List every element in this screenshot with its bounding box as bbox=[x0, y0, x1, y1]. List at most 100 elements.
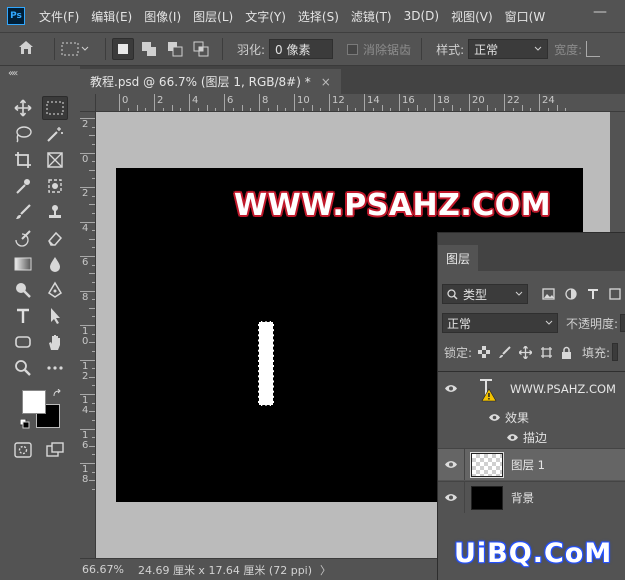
ruler-label: 1 2 bbox=[82, 360, 89, 382]
clone-stamp-tool-icon[interactable] bbox=[42, 200, 68, 224]
more-tools-icon[interactable] bbox=[42, 356, 68, 380]
close-tab-button[interactable]: × bbox=[321, 75, 331, 89]
object-selection-tool-icon[interactable] bbox=[42, 174, 68, 198]
move-tool-icon[interactable] bbox=[10, 96, 36, 120]
feather-input[interactable]: 0 像素 bbox=[269, 39, 334, 59]
menu-3d[interactable]: 3D(D) bbox=[404, 9, 439, 23]
ruler-tick bbox=[119, 94, 120, 111]
lock-image-icon[interactable] bbox=[498, 345, 511, 359]
status-menu-arrow[interactable]: 〉 bbox=[320, 562, 331, 578]
opacity-input[interactable] bbox=[620, 314, 625, 332]
visibility-eye-icon[interactable] bbox=[488, 413, 501, 422]
hand-tool-icon[interactable] bbox=[42, 330, 68, 354]
image-filter-icon[interactable] bbox=[542, 288, 555, 300]
new-selection-button[interactable] bbox=[112, 38, 134, 60]
pen-tool-icon[interactable] bbox=[42, 278, 68, 302]
horizontal-ruler[interactable]: 0 2 4 6 8 10 12 14 16 18 20 22 24 bbox=[96, 94, 625, 112]
quick-mask-icon[interactable] bbox=[10, 438, 36, 462]
blend-mode-select[interactable]: 正常 bbox=[442, 313, 558, 333]
tool-preset-picker[interactable] bbox=[61, 42, 89, 56]
effects-row[interactable]: 效果 bbox=[488, 409, 529, 426]
layer-row-text[interactable]: WWW.PSAHZ.COM bbox=[438, 371, 625, 405]
panel-tab-bar: 图层 bbox=[438, 233, 625, 271]
tab-layers[interactable]: 图层 bbox=[438, 245, 479, 271]
stroke-effect-row[interactable]: 描边 bbox=[506, 429, 547, 446]
visibility-eye-icon[interactable] bbox=[438, 493, 464, 502]
layer-row-background[interactable]: 背景 bbox=[438, 481, 625, 513]
adjustment-filter-icon[interactable] bbox=[565, 288, 577, 300]
menu-image[interactable]: 图像(I) bbox=[144, 8, 181, 25]
ruler-minor-tick bbox=[89, 445, 95, 447]
menu-file[interactable]: 文件(F) bbox=[39, 8, 79, 25]
gradient-tool-icon[interactable] bbox=[10, 252, 36, 276]
document-size: 24.69 厘米 x 17.64 厘米 (72 ppi) bbox=[137, 563, 313, 577]
collapse-toolbox-button[interactable]: «« bbox=[8, 68, 18, 79]
eraser-tool-icon[interactable] bbox=[42, 226, 68, 250]
width-input[interactable] bbox=[586, 41, 601, 57]
visibility-eye-icon[interactable] bbox=[438, 460, 464, 469]
marquee-selection[interactable] bbox=[258, 321, 274, 406]
fill-input[interactable] bbox=[612, 343, 619, 361]
ruler-label: 12 bbox=[332, 95, 345, 106]
lock-row: 锁定: 填充: bbox=[438, 342, 625, 362]
ruler-label: 4 bbox=[82, 222, 89, 234]
brush-tool-icon[interactable] bbox=[10, 200, 36, 224]
history-brush-tool-icon[interactable] bbox=[10, 226, 36, 250]
type-tool-icon[interactable] bbox=[10, 304, 36, 328]
lock-position-icon[interactable] bbox=[519, 345, 533, 359]
ruler-origin[interactable] bbox=[80, 94, 96, 112]
shape-filter-icon[interactable] bbox=[609, 288, 621, 300]
rectangle-tool-icon[interactable] bbox=[10, 330, 36, 354]
layer-row-layer1[interactable]: 图层 1 bbox=[438, 448, 625, 480]
layer-filter-select[interactable]: 类型 bbox=[442, 284, 528, 304]
menu-select[interactable]: 选择(S) bbox=[298, 8, 339, 25]
add-selection-button[interactable] bbox=[138, 38, 160, 60]
screen-mode-icon[interactable] bbox=[42, 438, 68, 462]
menu-view[interactable]: 视图(V) bbox=[451, 8, 493, 25]
ruler-minor-tick bbox=[89, 238, 95, 240]
antialias-checkbox[interactable] bbox=[347, 43, 359, 55]
ruler-minor-tick bbox=[89, 342, 95, 344]
swap-colors-icon[interactable] bbox=[52, 388, 62, 402]
rectangular-marquee-tool-icon[interactable] bbox=[42, 96, 68, 120]
style-select[interactable]: 正常 bbox=[468, 39, 549, 59]
crop-tool-icon[interactable] bbox=[10, 148, 36, 172]
menu-type[interactable]: 文字(Y) bbox=[245, 8, 286, 25]
visibility-eye-icon[interactable] bbox=[438, 384, 464, 393]
minimize-button[interactable]: — bbox=[593, 4, 607, 20]
home-icon[interactable] bbox=[18, 40, 34, 58]
ruler-minor-tick bbox=[89, 204, 95, 206]
ruler-label: 1 8 bbox=[82, 464, 89, 485]
document-tab[interactable]: 教程.psd @ 66.7% (图层 1, RGB/8#) * × bbox=[80, 69, 341, 94]
lock-artboard-icon[interactable] bbox=[540, 346, 553, 359]
magic-wand-tool-icon[interactable] bbox=[42, 122, 68, 146]
zoom-level[interactable]: 66.67% bbox=[82, 563, 124, 576]
menu-window[interactable]: 窗口(W bbox=[505, 8, 546, 25]
layer-thumbnail bbox=[471, 485, 503, 510]
intersect-selection-button[interactable] bbox=[190, 38, 212, 60]
menu-filter[interactable]: 滤镜(T) bbox=[351, 8, 392, 25]
default-colors-icon[interactable] bbox=[19, 418, 30, 432]
lock-all-icon[interactable] bbox=[561, 346, 572, 359]
document-tab-strip: 教程.psd @ 66.7% (图层 1, RGB/8#) * × bbox=[80, 66, 625, 94]
dodge-tool-icon[interactable] bbox=[10, 278, 36, 302]
menu-layer[interactable]: 图层(L) bbox=[193, 8, 233, 25]
foreground-color-swatch[interactable] bbox=[22, 390, 46, 414]
ruler-label: 24 bbox=[542, 95, 555, 106]
lock-transparent-icon[interactable] bbox=[478, 346, 491, 358]
blur-tool-icon[interactable] bbox=[42, 252, 68, 276]
chevron-down-icon bbox=[534, 46, 542, 51]
eyedropper-tool-icon[interactable] bbox=[10, 174, 36, 198]
vertical-ruler[interactable]: 2 0 2 4 6 8 1 0 1 2 1 4 1 6 1 8 bbox=[80, 112, 96, 558]
frame-tool-icon[interactable] bbox=[42, 148, 68, 172]
canvas-text-layer: WWW.PSAHZ.COM bbox=[234, 188, 552, 223]
blend-row: 正常 不透明度: bbox=[438, 312, 625, 334]
zoom-tool-icon[interactable] bbox=[10, 356, 36, 380]
path-selection-tool-icon[interactable] bbox=[42, 304, 68, 328]
type-filter-icon[interactable] bbox=[587, 288, 599, 300]
menu-edit[interactable]: 编辑(E) bbox=[91, 8, 132, 25]
lasso-tool-icon[interactable] bbox=[10, 122, 36, 146]
ruler-label: 0 bbox=[82, 153, 89, 165]
subtract-selection-button[interactable] bbox=[164, 38, 186, 60]
visibility-eye-icon[interactable] bbox=[506, 433, 519, 442]
